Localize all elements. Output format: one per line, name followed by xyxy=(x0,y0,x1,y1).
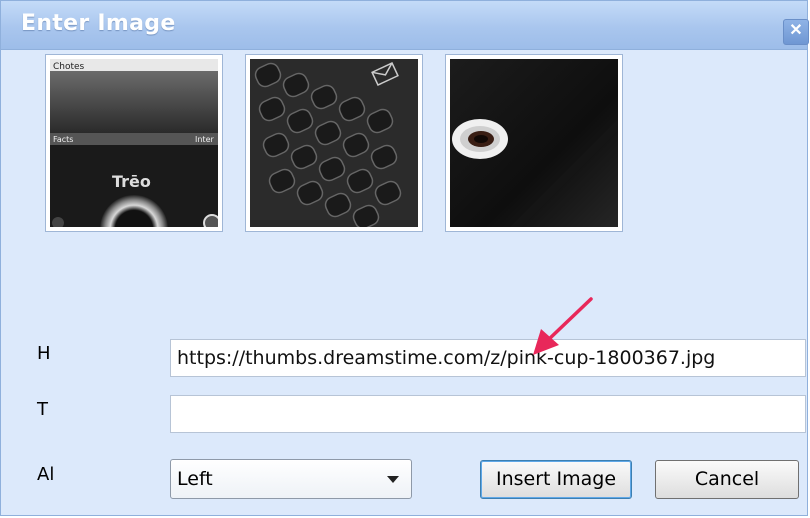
image-url-input[interactable] xyxy=(170,339,806,377)
chevron-down-icon[interactable] xyxy=(387,476,399,483)
dialog-titlebar: Enter Image ✕ xyxy=(1,1,809,50)
thumb1-top-text: Chotes xyxy=(53,62,85,72)
enter-image-dialog: Enter Image ✕ Chotes Facts Inter Trēo H … xyxy=(0,0,809,516)
dialog-title: Enter Image xyxy=(21,11,176,36)
thumb1-center-text: Trēo xyxy=(112,172,151,191)
title-label: T xyxy=(37,399,48,420)
align-label: Al xyxy=(37,464,55,485)
phone-keyboard-image xyxy=(250,59,418,227)
thumb1-right-text: Inter xyxy=(195,135,214,144)
cancel-button[interactable]: Cancel xyxy=(655,460,799,499)
thumbnail-phone-camera[interactable] xyxy=(445,54,623,232)
align-selected-value: Left xyxy=(177,468,213,490)
href-label: H xyxy=(37,343,51,364)
thumbnail-phone-keyboard[interactable] xyxy=(245,54,423,232)
insert-image-button[interactable]: Insert Image xyxy=(480,460,632,499)
close-icon[interactable]: ✕ xyxy=(783,19,809,45)
pointer-arrow-annotation xyxy=(533,297,593,355)
phone-camera-image xyxy=(450,59,618,227)
thumb1-left-text: Facts xyxy=(53,135,73,144)
thumbnail-phone-screen[interactable]: Chotes Facts Inter Trēo xyxy=(45,54,223,232)
phone-screen-image: Chotes Facts Inter Trēo xyxy=(50,59,218,227)
align-select[interactable]: Left xyxy=(170,459,412,499)
image-title-input[interactable] xyxy=(170,395,806,433)
